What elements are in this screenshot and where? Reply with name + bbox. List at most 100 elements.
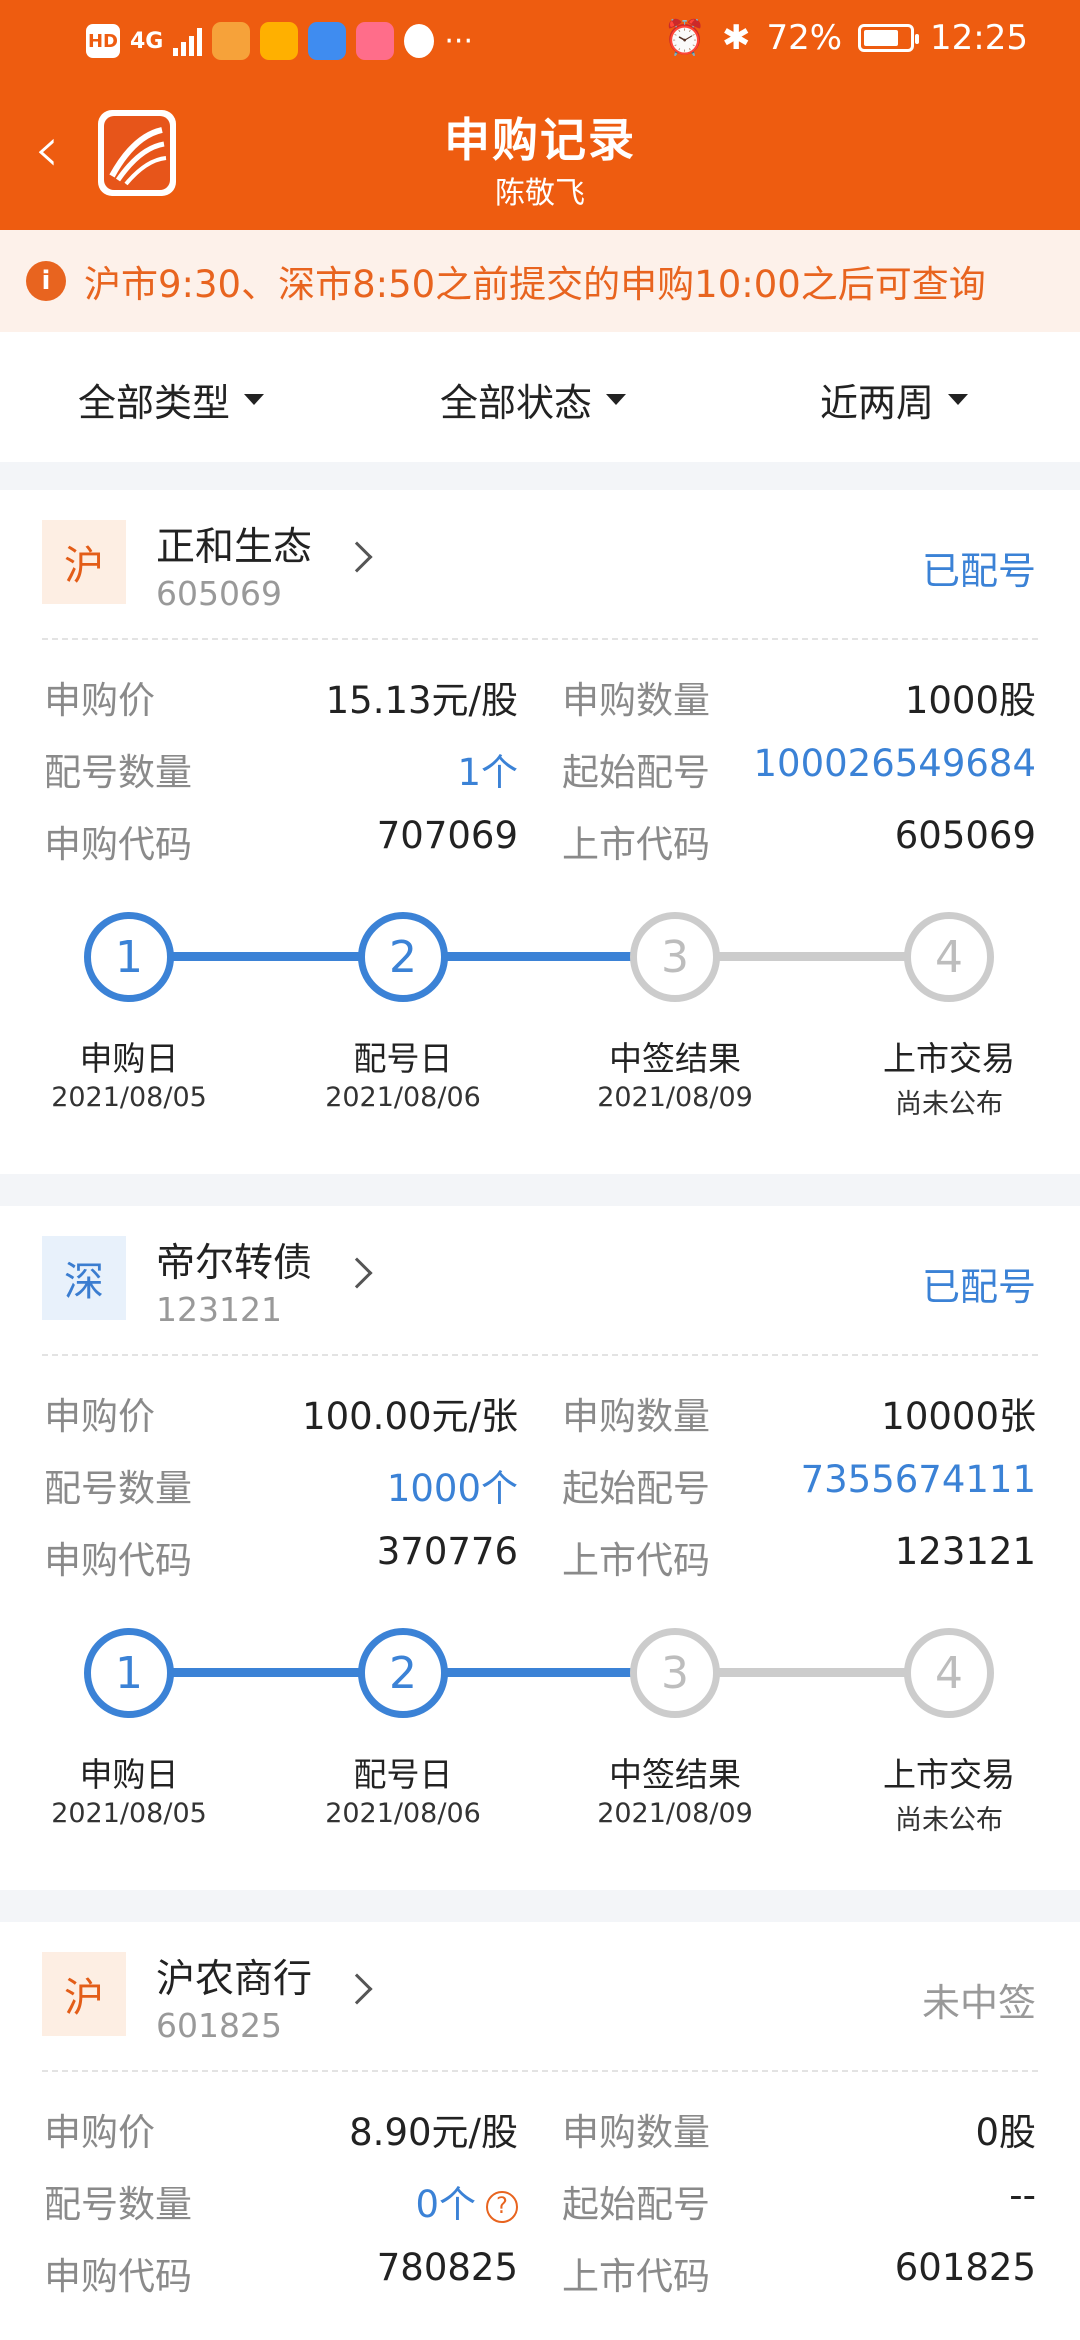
caret-down-icon xyxy=(606,394,627,405)
status-tag: 已配号 xyxy=(921,549,1036,593)
qty-label: 申购数量 xyxy=(562,679,710,722)
security-name[interactable]: 正和生态 xyxy=(156,516,312,572)
subscription-card: 沪 正和生态 605069 已配号 申购价 15.13元/股 申购数量 1000… xyxy=(0,490,1080,1174)
progress-steps: 1 2 3 4 申购日 配号日 中签结果 上市交易 2021/08/05 202… xyxy=(0,898,1080,1120)
start-no-value: -- xyxy=(1009,2174,1036,2217)
step-circle-4: 4 xyxy=(904,912,994,1002)
step-circle-3: 3 xyxy=(630,912,720,1002)
price-value: 15.13元/股 xyxy=(325,679,518,722)
step-label: 中签结果 xyxy=(609,1039,741,1078)
detail-row: 申购价 100.00元/张 申购数量 10000张 xyxy=(0,1386,1080,1446)
security-name[interactable]: 帝尔转债 xyxy=(156,1232,312,1288)
step-label: 上市交易 xyxy=(883,1755,1015,1794)
step-date: 2021/08/06 xyxy=(325,1798,481,1829)
filter-period-label: 近两周 xyxy=(820,381,935,425)
qty-label: 申购数量 xyxy=(562,2111,710,2154)
start-no-label: 起始配号 xyxy=(562,1467,710,1510)
step-date: 尚未公布 xyxy=(895,1805,1003,1836)
step-circle-2: 2 xyxy=(358,1628,448,1718)
detail-row: 申购价 8.90元/股 申购数量 0股 xyxy=(0,2102,1080,2162)
step-date: 2021/08/09 xyxy=(597,1798,753,1829)
step-label: 配号日 xyxy=(353,1755,453,1794)
filter-type-dropdown[interactable]: 全部类型 xyxy=(78,372,265,427)
filter-period-dropdown[interactable]: 近两周 xyxy=(820,372,969,427)
list-code-label: 上市代码 xyxy=(562,1539,710,1582)
price-label: 申购价 xyxy=(44,679,155,722)
sub-code-label: 申购代码 xyxy=(44,1539,192,1582)
filter-status-label: 全部状态 xyxy=(440,381,593,425)
step-date: 2021/08/05 xyxy=(51,1082,207,1113)
security-code: 605069 xyxy=(156,574,282,613)
price-value: 100.00元/张 xyxy=(302,1395,518,1438)
list-code-value: 605069 xyxy=(894,814,1036,857)
match-count-label: 配号数量 xyxy=(44,1467,192,1510)
match-count-label: 配号数量 xyxy=(44,2183,192,2226)
security-name[interactable]: 沪农商行 xyxy=(156,1948,312,2004)
notice-banner: i 沪市9:30、深市8:50之前提交的申购10:00之后可查询 xyxy=(0,230,1080,332)
match-count-value[interactable]: 1个 xyxy=(457,742,518,796)
step-label: 中签结果 xyxy=(609,1755,741,1794)
match-count-value[interactable]: 0个? xyxy=(415,2174,518,2228)
filter-type-label: 全部类型 xyxy=(78,381,231,425)
list-code-value: 601825 xyxy=(894,2246,1036,2289)
market-badge: 深 xyxy=(42,1236,126,1320)
start-no-value[interactable]: 100026549684 xyxy=(754,742,1037,785)
match-count-text: 0个 xyxy=(415,2183,476,2226)
sub-code-value: 707069 xyxy=(376,814,518,857)
market-badge: 沪 xyxy=(42,520,126,604)
step-circle-2: 2 xyxy=(358,912,448,1002)
detail-row: 申购价 15.13元/股 申购数量 1000股 xyxy=(0,670,1080,730)
help-icon[interactable]: ? xyxy=(486,2190,518,2223)
chevron-right-icon[interactable] xyxy=(341,1973,373,2005)
step-circle-1: 1 xyxy=(84,912,174,1002)
security-code: 601825 xyxy=(156,2006,282,2045)
qty-label: 申购数量 xyxy=(562,1395,710,1438)
step-circle-4: 4 xyxy=(904,1628,994,1718)
hd-icon: HD xyxy=(86,24,120,58)
qty-value: 0股 xyxy=(975,2111,1036,2154)
detail-row: 申购代码 780825 上市代码 601825 xyxy=(0,2246,1080,2306)
sub-code-value: 370776 xyxy=(376,1530,518,1573)
step-date: 2021/08/09 xyxy=(597,1082,753,1113)
sub-code-label: 申购代码 xyxy=(44,2255,192,2298)
detail-row: 申购代码 707069 上市代码 605069 xyxy=(0,814,1080,874)
sub-code-label: 申购代码 xyxy=(44,823,192,866)
network-type: 4G xyxy=(130,28,164,54)
filter-status-dropdown[interactable]: 全部状态 xyxy=(440,372,627,427)
filter-bar: 全部类型 全部状态 近两周 xyxy=(0,332,1080,462)
battery-percent: 72% xyxy=(766,18,843,58)
start-no-value[interactable]: 7355674111 xyxy=(801,1458,1036,1501)
status-tag: 已配号 xyxy=(921,1265,1036,1309)
mail-app-icon xyxy=(356,22,395,60)
notification-app-icon xyxy=(212,22,251,60)
step-circle-3: 3 xyxy=(630,1628,720,1718)
list-code-label: 上市代码 xyxy=(562,823,710,866)
match-count-value[interactable]: 1000个 xyxy=(387,1458,518,1512)
qty-value: 1000股 xyxy=(904,679,1036,722)
divider xyxy=(42,638,1038,640)
step-label: 配号日 xyxy=(353,1039,453,1078)
subscription-card: 深 帝尔转债 123121 已配号 申购价 100.00元/张 申购数量 100… xyxy=(0,1206,1080,1890)
qq-icon xyxy=(404,24,435,58)
chevron-right-icon[interactable] xyxy=(341,541,373,573)
account-name: 陈敬飞 xyxy=(495,176,585,211)
step-label: 上市交易 xyxy=(883,1039,1015,1078)
market-badge: 沪 xyxy=(42,1952,126,2036)
clock: 12:25 xyxy=(930,18,1028,58)
signal-icon xyxy=(173,26,203,56)
more-notifications: ··· xyxy=(444,23,473,59)
detail-row: 申购代码 370776 上市代码 123121 xyxy=(0,1530,1080,1590)
detail-row: 配号数量 0个? 起始配号 -- xyxy=(0,2174,1080,2234)
divider xyxy=(42,2070,1038,2072)
detail-row: 配号数量 1000个 起始配号 7355674111 xyxy=(0,1458,1080,1518)
security-code: 123121 xyxy=(156,1290,282,1329)
chevron-right-icon[interactable] xyxy=(341,1257,373,1289)
page-title: 申购记录 xyxy=(444,113,636,167)
start-no-label: 起始配号 xyxy=(562,2183,710,2226)
detail-row: 配号数量 1个 起始配号 100026549684 xyxy=(0,742,1080,802)
progress-steps: 1 2 3 4 申购日 配号日 中签结果 上市交易 2021/08/05 202… xyxy=(0,1614,1080,1836)
list-code-label: 上市代码 xyxy=(562,2255,710,2298)
divider xyxy=(42,1354,1038,1356)
start-no-label: 起始配号 xyxy=(562,751,710,794)
list-code-value: 123121 xyxy=(894,1530,1036,1573)
